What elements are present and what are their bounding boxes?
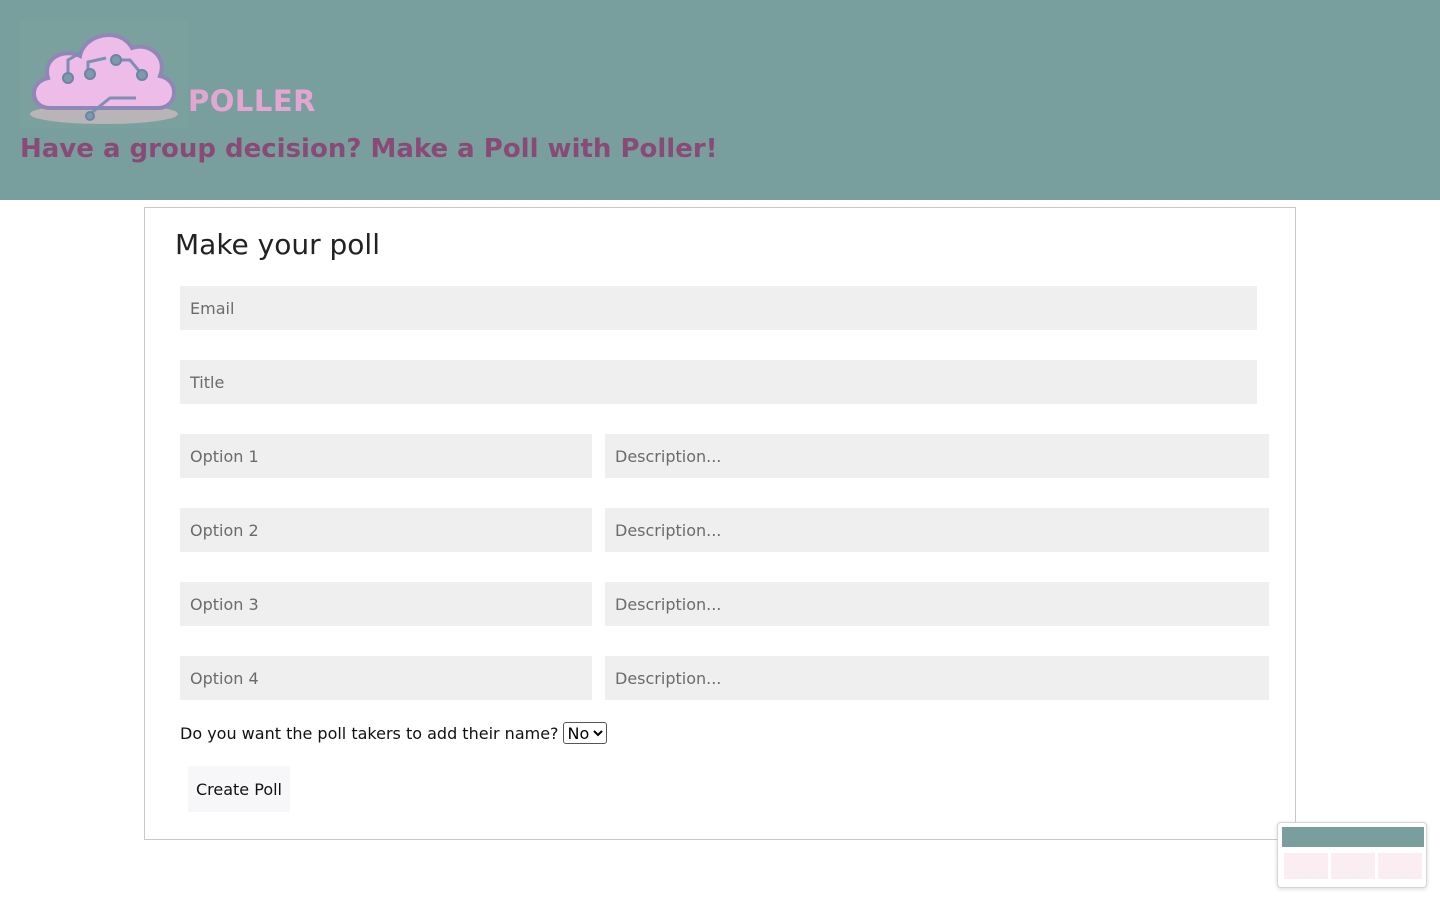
cloud-circuit-logo-icon xyxy=(30,32,178,124)
option-1-input[interactable] xyxy=(180,434,592,478)
add-name-row: Do you want the poll takers to add their… xyxy=(180,722,607,744)
option-2-description-input[interactable] xyxy=(605,508,1269,552)
add-name-question: Do you want the poll takers to add their… xyxy=(180,723,559,743)
thumbnail-card xyxy=(1331,853,1375,879)
logo[interactable] xyxy=(20,20,188,128)
poll-form-card: Make your poll Do you want the poll take… xyxy=(144,207,1296,840)
site-header: POLLER Have a group decision? Make a Pol… xyxy=(0,0,1440,200)
add-name-select[interactable]: No xyxy=(562,722,607,744)
option-2-input[interactable] xyxy=(180,508,592,552)
brand-name: POLLER xyxy=(188,84,317,118)
option-3-input[interactable] xyxy=(180,582,592,626)
thumbnail-header xyxy=(1282,827,1424,847)
form-title: Make your poll xyxy=(175,228,380,261)
option-4-description-input[interactable] xyxy=(605,656,1269,700)
title-input[interactable] xyxy=(180,360,1257,404)
option-4-input[interactable] xyxy=(180,656,592,700)
page-thumbnail-preview[interactable] xyxy=(1277,822,1427,888)
option-1-description-input[interactable] xyxy=(605,434,1269,478)
thumbnail-card xyxy=(1284,853,1328,879)
thumbnail-card xyxy=(1378,853,1422,879)
email-input[interactable] xyxy=(180,286,1257,330)
tagline: Have a group decision? Make a Poll with … xyxy=(20,134,718,164)
option-3-description-input[interactable] xyxy=(605,582,1269,626)
create-poll-button[interactable]: Create Poll xyxy=(188,766,290,812)
